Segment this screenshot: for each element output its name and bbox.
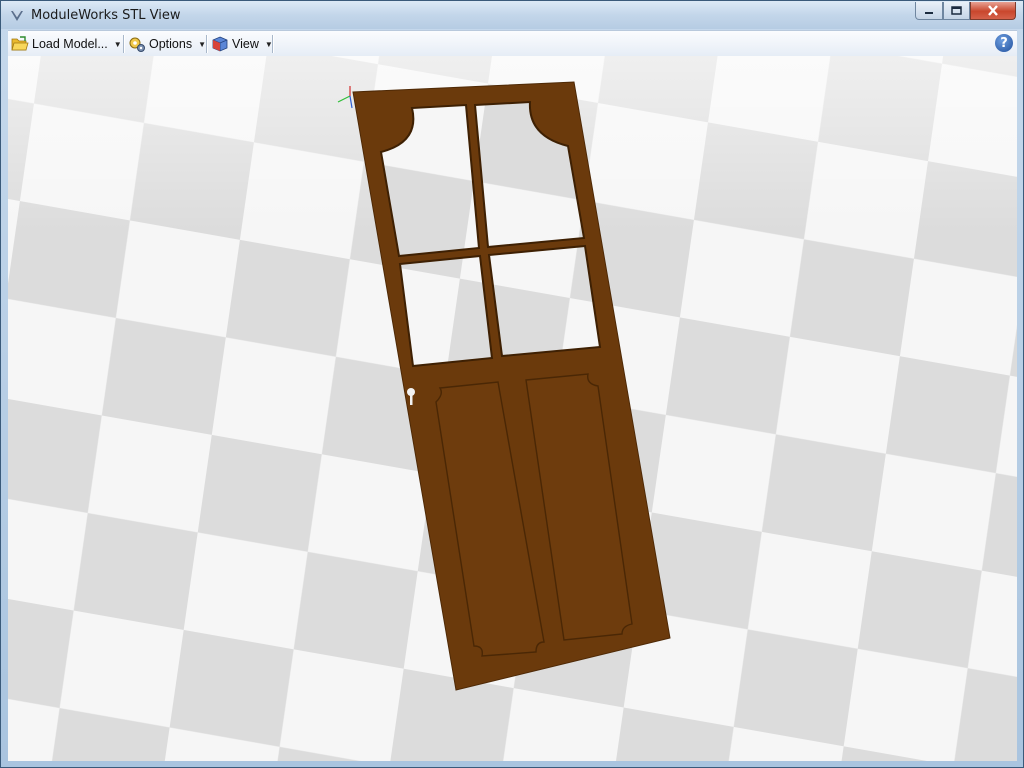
3d-scene[interactable] [8,56,1017,761]
chevron-down-icon: ▼ [113,39,122,49]
window-title: ModuleWorks STL View [31,8,181,23]
help-icon: ? [1000,35,1008,51]
toolbar-separator [206,35,208,53]
help-button[interactable]: ? [995,34,1013,52]
options-menu[interactable]: Options ▼ [128,34,206,54]
toolbar-separator [272,35,274,53]
app-window: ModuleWorks STL View Load Model... ▼ Opt… [0,0,1024,768]
folder-open-icon [11,36,29,51]
close-icon [988,5,998,16]
minimize-button[interactable] [915,2,943,20]
view-label: View [232,37,259,51]
app-logo-icon [11,9,23,21]
view-menu[interactable]: View ▼ [211,34,273,54]
gears-icon [129,37,145,52]
load-model-menu[interactable]: Load Model... ▼ [11,34,122,54]
maximize-icon [951,5,962,15]
toolbar: Load Model... ▼ Options ▼ View ▼ ? [8,30,1017,57]
toolbar-separator [123,35,125,53]
maximize-button[interactable] [943,2,970,20]
options-label: Options [149,37,193,51]
3d-viewport[interactable] [8,56,1017,761]
load-model-label: Load Model... [32,37,108,51]
close-button[interactable] [970,2,1016,20]
minimize-icon [925,11,933,14]
cube-icon [212,36,228,52]
chevron-down-icon: ▼ [198,39,207,49]
title-bar[interactable]: ModuleWorks STL View [1,1,1023,29]
